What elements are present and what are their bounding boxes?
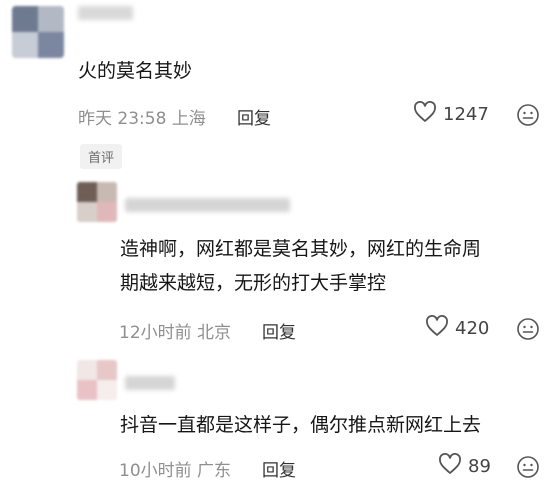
smiley-face-icon[interactable]: [516, 455, 540, 483]
main-comment-text: 火的莫名其妙: [78, 60, 193, 82]
like-button[interactable]: 420: [425, 315, 489, 342]
location: 上海: [171, 109, 206, 129]
username-reply-1-blurred: [125, 198, 290, 212]
like-button[interactable]: 89: [438, 453, 491, 480]
smiley-face-icon[interactable]: [516, 103, 540, 131]
timestamp: 10小时前: [119, 461, 192, 481]
location: 广东: [197, 461, 232, 481]
avatar-reply-2[interactable]: [77, 360, 117, 400]
reply-2-text: 抖音一直都是这样子，偶尔推点新网红上去: [120, 414, 482, 436]
username-reply-2-blurred: [125, 376, 175, 390]
reply-button[interactable]: 回复: [237, 104, 271, 129]
timestamp: 昨天 23:58: [78, 109, 167, 129]
like-count: 420: [455, 318, 490, 339]
heart-outline-icon: [413, 101, 437, 128]
reply-button[interactable]: 回复: [262, 318, 296, 343]
reply-button[interactable]: 回复: [262, 456, 296, 481]
location: 北京: [197, 323, 232, 343]
timestamp: 12小时前: [119, 323, 192, 343]
reply-2-meta: 10小时前 广东: [119, 456, 231, 481]
like-button[interactable]: 1247: [413, 101, 489, 128]
smiley-face-icon[interactable]: [516, 317, 540, 345]
username-main-blurred: [78, 6, 133, 20]
main-comment-meta: 昨天 23:58 上海: [78, 104, 206, 129]
avatar-reply-1[interactable]: [77, 182, 117, 222]
reply-1-text-line-2: 期越来越短，无形的打大手掌控: [120, 272, 387, 294]
reply-1-meta: 12小时前 北京: [119, 318, 231, 343]
reply-1-text-line-1: 造神啊，网红都是莫名其妙，网红的生命周: [120, 238, 482, 260]
like-count: 89: [468, 456, 491, 477]
like-count: 1247: [443, 104, 489, 125]
heart-outline-icon: [425, 315, 449, 342]
first-comment-badge: 首评: [80, 144, 123, 169]
avatar-main[interactable]: [12, 6, 64, 58]
heart-outline-icon: [438, 453, 462, 480]
